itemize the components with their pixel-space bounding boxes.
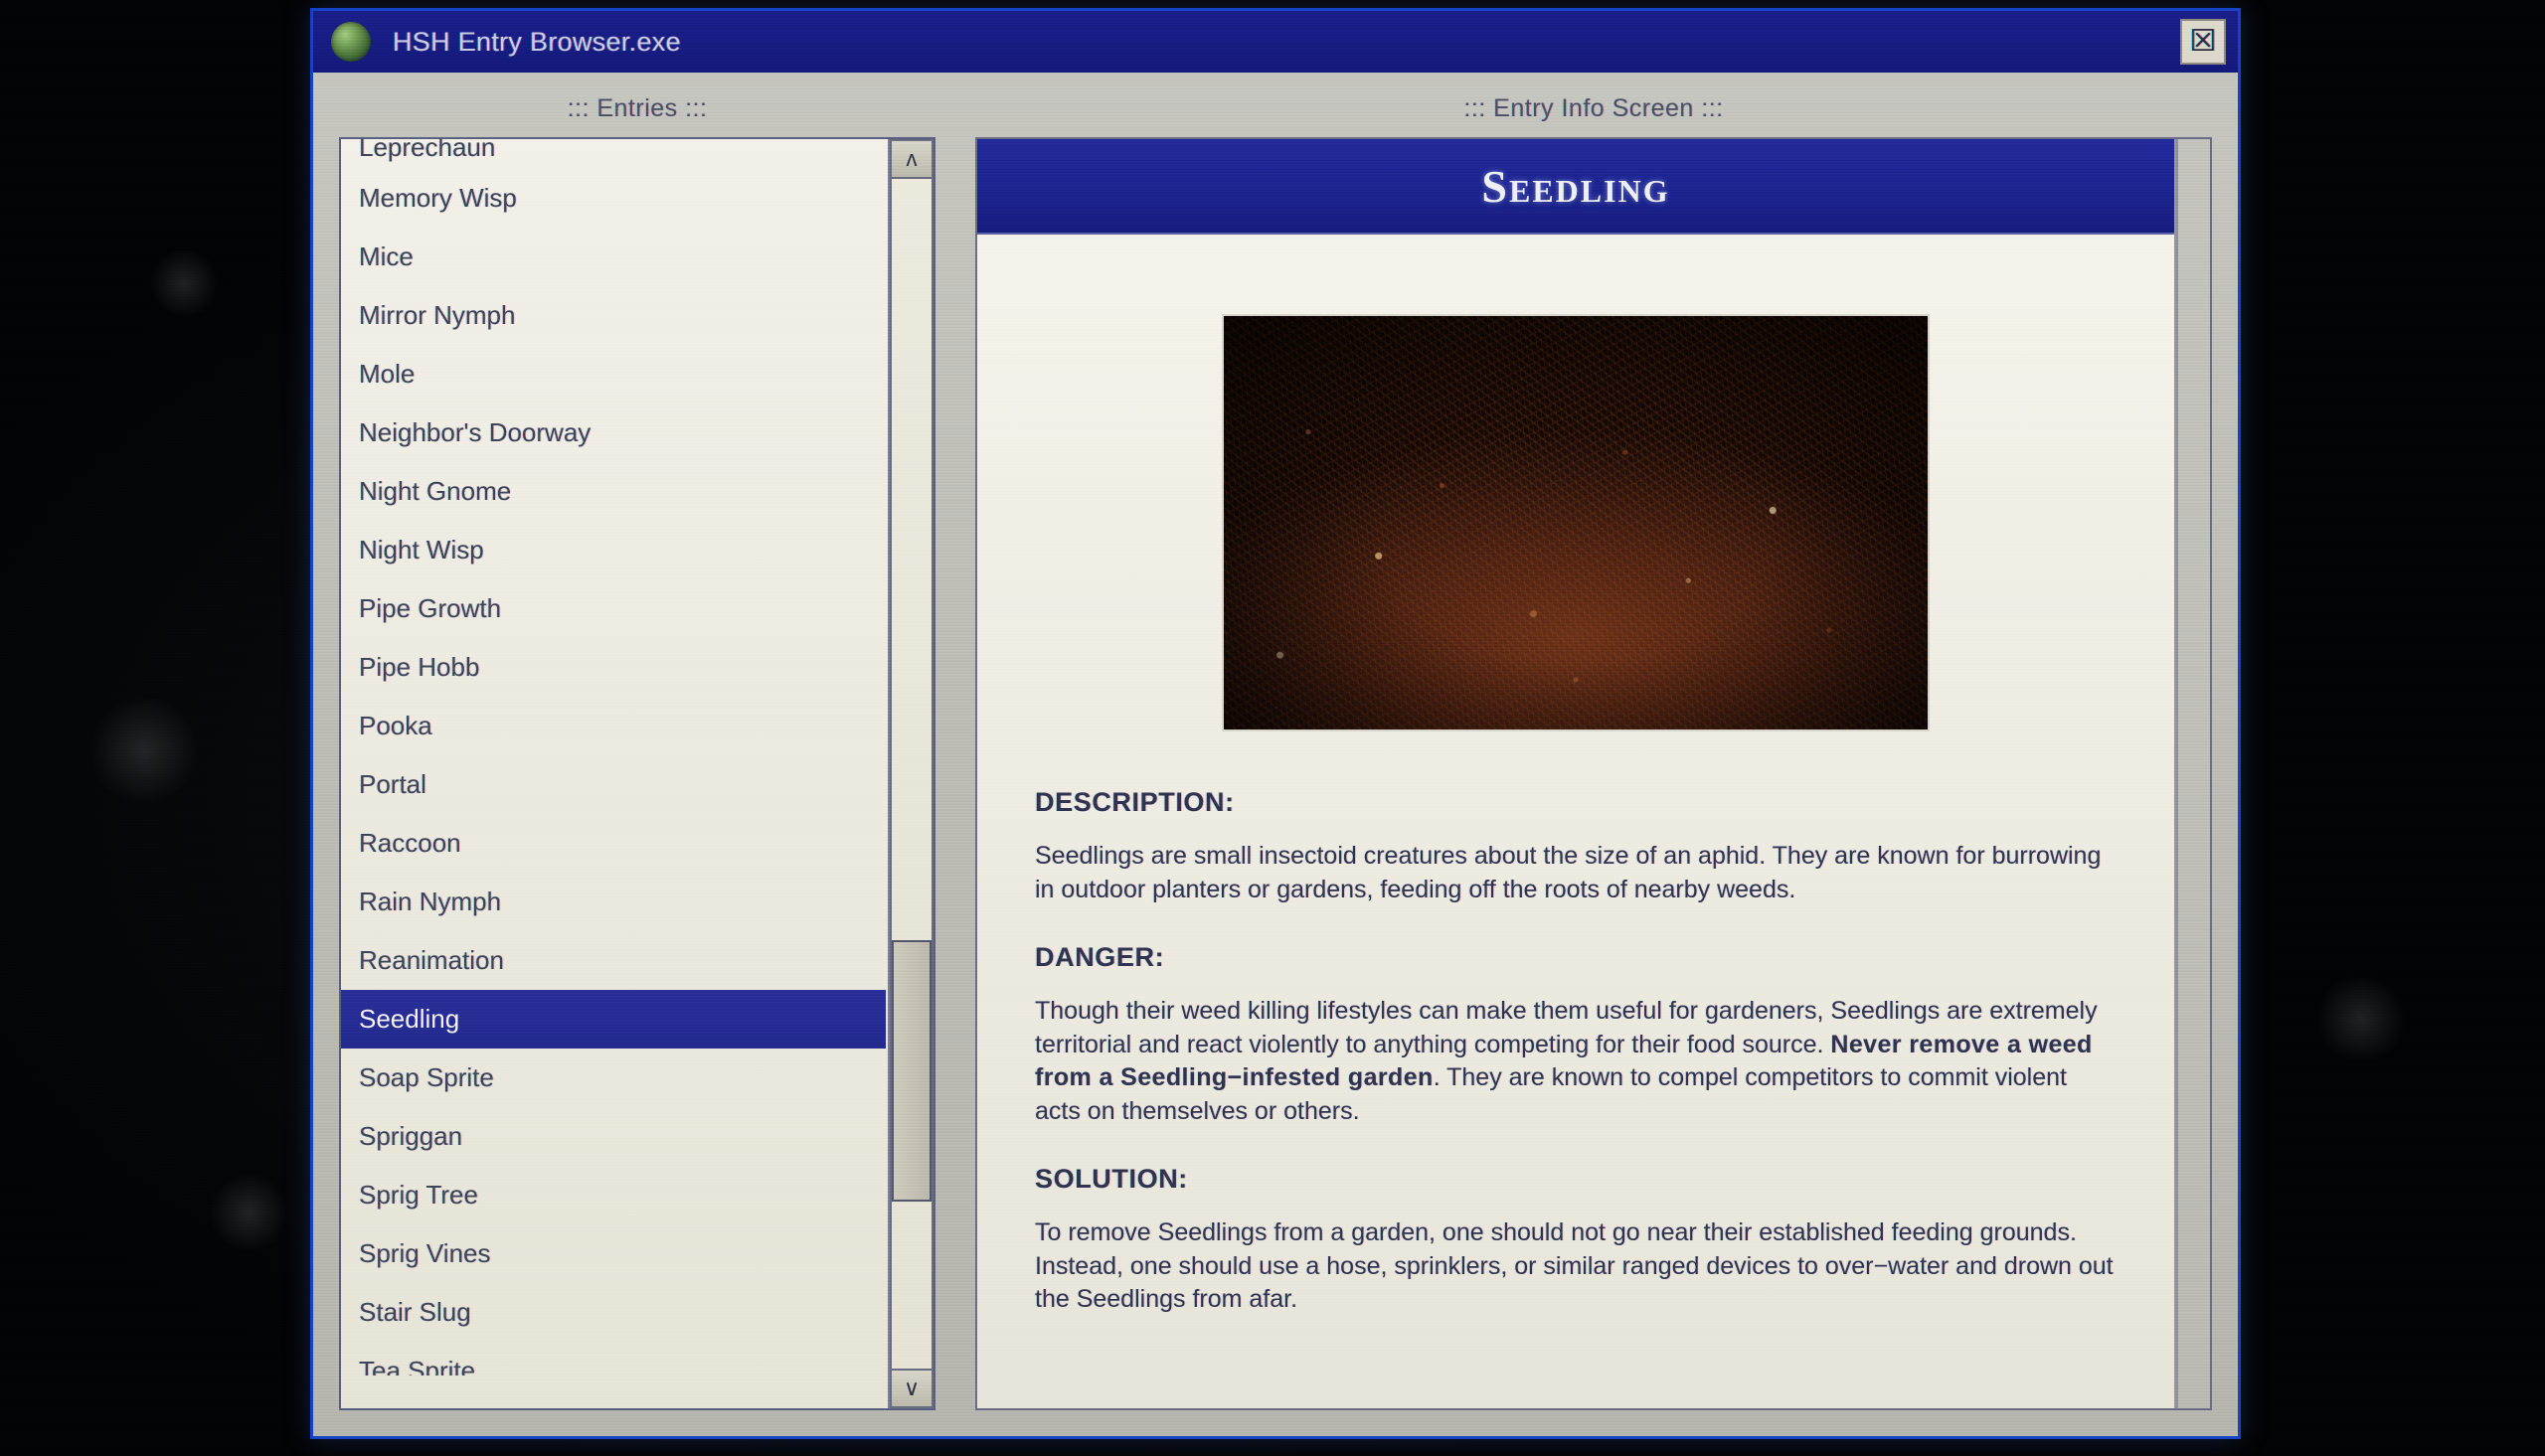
monitor-photo-backdrop: HSH Entry Browser.exe ☒ ::: Entries ::: …	[0, 0, 2545, 1456]
entry-list-item[interactable]: Portal	[341, 755, 888, 814]
info-scrollbar[interactable]	[2176, 139, 2210, 1408]
entry-title-banner: Seedling	[977, 139, 2174, 235]
entry-list-item[interactable]: Mole	[341, 345, 888, 404]
entry-list-item[interactable]: Seedling	[341, 990, 886, 1049]
entry-list-item[interactable]: Mice	[341, 228, 888, 286]
entry-list-item[interactable]: Night Gnome	[341, 462, 888, 521]
entry-list-item[interactable]: Pipe Hobb	[341, 638, 888, 697]
entries-list[interactable]: Leprechaun Memory Wisp Mice Mirror Nymph Mol…	[341, 139, 888, 1408]
info-heading: ::: Entry Info Screen :::	[1463, 94, 1724, 122]
entries-listbox[interactable]: Leprechaun Memory Wisp Mice Mirror Nymph Mol…	[339, 137, 935, 1410]
section-body: Though their weed killing lifestyles can…	[1035, 995, 2117, 1128]
entry-list-item[interactable]: Leprechaun	[341, 139, 888, 169]
dust-speck	[209, 1173, 288, 1252]
title-bar[interactable]: HSH Entry Browser.exe ☒	[313, 11, 2238, 73]
section-body: To remove Seedlings from a garden, one s…	[1035, 1218, 2114, 1313]
dust-speck	[2316, 974, 2406, 1063]
entry-list-item[interactable]: Reanimation	[341, 931, 888, 990]
entry-list-item[interactable]: Sprig Tree	[341, 1166, 888, 1224]
entries-heading: ::: Entries :::	[567, 94, 708, 122]
entry-list-item[interactable]: Neighbor's Doorway	[341, 404, 888, 462]
entry-list-item[interactable]: Mirror Nymph	[341, 286, 888, 345]
entry-figure	[977, 235, 2174, 787]
entry-info-page: Seedling DESCRIPTION: Seedlings are small…	[977, 139, 2176, 1408]
entry-sections: DESCRIPTION: Seedlings are small insectoi…	[977, 787, 2174, 1317]
entry-list-item[interactable]: Pooka	[341, 697, 888, 755]
globe-icon	[331, 22, 371, 62]
section-label: DANGER:	[1035, 942, 1165, 972]
entry-list-item[interactable]: Raccoon	[341, 814, 888, 873]
entry-list-item[interactable]: Stair Slug	[341, 1283, 888, 1342]
section-body: Seedlings are small insectoid creatures …	[1035, 842, 2102, 903]
section-label: DESCRIPTION:	[1035, 787, 1235, 817]
entry-list-item[interactable]: Tea Sprite	[341, 1342, 888, 1375]
entry-info-screen: Seedling DESCRIPTION: Seedlings are small…	[975, 137, 2212, 1410]
dust-speck	[89, 696, 199, 805]
entries-scrollbar[interactable]: ʌ ∨	[888, 139, 933, 1408]
entry-list-item[interactable]: Pipe Growth	[341, 579, 888, 638]
entry-photo	[1222, 314, 1930, 731]
dust-speck	[149, 248, 219, 318]
entry-list-item[interactable]: Soap Sprite	[341, 1049, 888, 1107]
scrollbar-track[interactable]	[890, 179, 933, 1369]
window-body: ::: Entries ::: Leprechaun Memory Wisp Mic…	[313, 73, 2238, 1436]
scroll-down-button[interactable]: ∨	[890, 1369, 933, 1408]
close-button[interactable]: ☒	[2180, 19, 2226, 65]
entry-list-item[interactable]: Night Wisp	[341, 521, 888, 579]
info-column: ::: Entry Info Screen ::: Seedling DESCR…	[975, 94, 2212, 1410]
entries-column: ::: Entries ::: Leprechaun Memory Wisp Mic…	[339, 94, 935, 1410]
application-window: HSH Entry Browser.exe ☒ ::: Entries ::: …	[310, 8, 2241, 1439]
close-icon: ☒	[2189, 25, 2217, 58]
scrollbar-thumb[interactable]	[892, 940, 932, 1203]
entry-list-item[interactable]: Spriggan	[341, 1107, 888, 1166]
entry-title: Seedling	[1481, 160, 1670, 212]
entry-list-item[interactable]: Sprig Vines	[341, 1224, 888, 1283]
scroll-up-button[interactable]: ʌ	[890, 139, 933, 179]
entry-list-item[interactable]: Rain Nymph	[341, 873, 888, 931]
entry-list-item[interactable]: Memory Wisp	[341, 169, 888, 228]
section-label: SOLUTION:	[1035, 1164, 1188, 1194]
window-title: HSH Entry Browser.exe	[393, 26, 681, 57]
